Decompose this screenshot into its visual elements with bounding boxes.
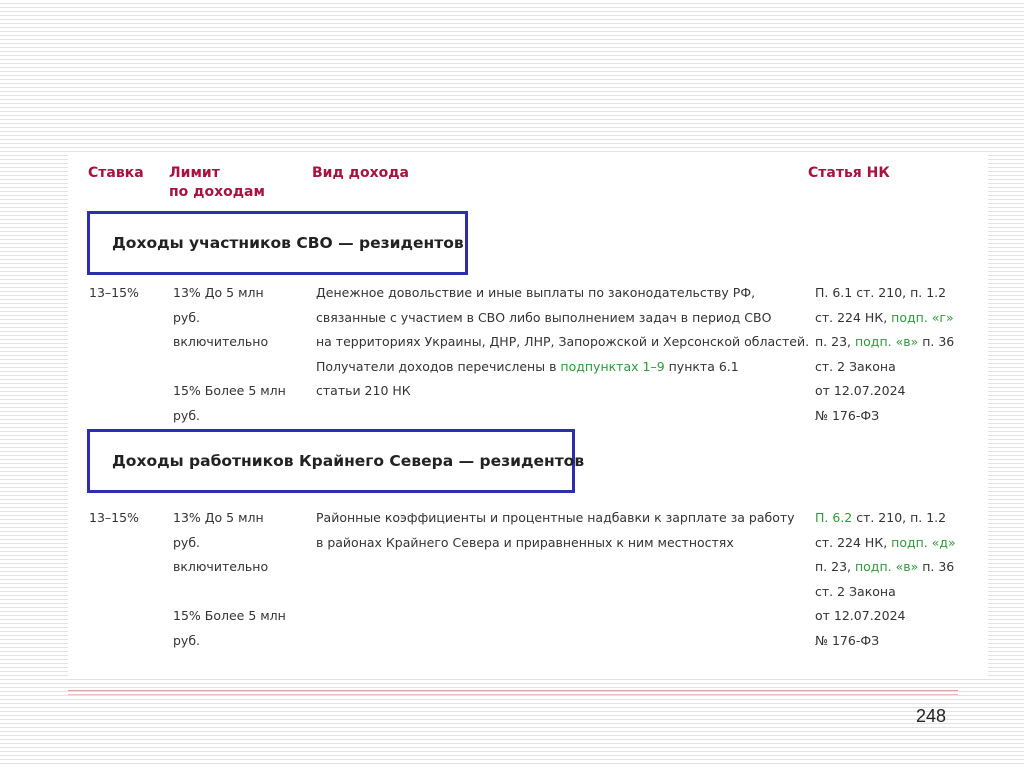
footer-divider bbox=[68, 690, 958, 691]
article-text: ст. 210, п. 1.2 bbox=[852, 510, 947, 525]
limit-line: 15% Более 5 млн bbox=[173, 383, 286, 398]
article-text: П. 6.1 ст. 210, п. 1.2 bbox=[815, 285, 947, 300]
article-line: ст. 2 Закона bbox=[815, 583, 896, 599]
article-cell: П. 6.2 ст. 210, п. 1.2 ст. 224 НК, подп.… bbox=[815, 506, 956, 653]
limit-line: руб. bbox=[173, 534, 201, 550]
article-line: п. 23, подп. «в» п. 36 bbox=[815, 330, 954, 355]
income-line: Денежное довольствие и иные выплаты по з… bbox=[316, 285, 756, 300]
page-number: 248 bbox=[915, 706, 946, 726]
limit-cell: 13% До 5 млн руб. включительно 15% Более… bbox=[173, 506, 286, 653]
rate-cell: 13–15% bbox=[89, 510, 139, 525]
header-limit-line2: по доходам bbox=[169, 184, 265, 200]
subparagraph-link[interactable]: подпунктах 1–9 bbox=[560, 359, 664, 374]
income-text: Получатели доходов перечислены в bbox=[316, 358, 561, 374]
article-line: от 12.07.2024 bbox=[815, 383, 906, 398]
limit-line: 15% Более 5 млн bbox=[173, 608, 286, 623]
section-title-box: Доходы работников Крайнего Севера — рези… bbox=[87, 429, 584, 493]
footer-divider bbox=[68, 694, 958, 695]
income-text: пункта 6.1 bbox=[664, 358, 739, 374]
header-article: Статья НК bbox=[808, 165, 890, 181]
article-link[interactable]: подп. «в» bbox=[855, 334, 918, 349]
article-cell: П. 6.1 ст. 210, п. 1.2 ст. 224 НК, подп.… bbox=[815, 281, 954, 428]
section-title: Доходы работников Крайнего Севера — рези… bbox=[112, 452, 585, 470]
article-text: ст. 224 НК, bbox=[815, 534, 892, 550]
header-limit: Лимит по доходам bbox=[169, 164, 265, 202]
article-line: № 176-ФЗ bbox=[815, 407, 880, 423]
limit-line: включительно bbox=[173, 559, 269, 574]
rate-cell: 13–15% bbox=[89, 285, 139, 300]
income-line: в районах Крайнего Севера и приравненных… bbox=[316, 534, 734, 550]
income-line: Районные коэффициенты и процентные надба… bbox=[316, 510, 795, 525]
limit-line: 13% До 5 млн bbox=[173, 285, 264, 300]
income-line: Получатели доходов перечислены в подпунк… bbox=[316, 355, 809, 380]
article-line: П. 6.1 ст. 210, п. 1.2 bbox=[815, 281, 954, 306]
article-line: П. 6.2 ст. 210, п. 1.2 bbox=[815, 506, 956, 531]
article-text: п. 36 bbox=[918, 334, 955, 349]
limit-line: руб. bbox=[173, 309, 201, 325]
income-line: на территориях Украины, ДНР, ЛНР, Запоро… bbox=[316, 334, 810, 349]
article-text: п. 36 bbox=[918, 559, 955, 574]
article-line: п. 23, подп. «в» п. 36 bbox=[815, 555, 956, 580]
article-line: № 176-ФЗ bbox=[815, 632, 880, 648]
limit-line: руб. bbox=[173, 632, 201, 648]
article-link[interactable]: подп. «г» bbox=[891, 310, 953, 325]
income-line: статьи 210 НК bbox=[316, 383, 411, 398]
section-title-box: Доходы участников СВО — резидентов bbox=[87, 211, 468, 275]
header-limit-line1: Лимит bbox=[169, 165, 220, 181]
article-link[interactable]: подп. «в» bbox=[855, 559, 918, 574]
article-text: ст. 224 НК, bbox=[815, 309, 892, 325]
limit-line: 13% До 5 млн bbox=[173, 510, 264, 525]
limit-line: руб. bbox=[173, 407, 201, 423]
article-text: п. 23, bbox=[815, 334, 855, 349]
article-line: ст. 224 НК, подп. «г» bbox=[815, 306, 954, 331]
header-rate: Ставка bbox=[88, 165, 144, 181]
article-line: от 12.07.2024 bbox=[815, 608, 906, 623]
limit-line: включительно bbox=[173, 334, 269, 349]
article-text: п. 23, bbox=[815, 559, 855, 574]
article-line: ст. 224 НК, подп. «д» bbox=[815, 531, 956, 556]
header-income: Вид дохода bbox=[312, 165, 409, 181]
article-line: ст. 2 Закона bbox=[815, 358, 896, 374]
section-title: Доходы участников СВО — резидентов bbox=[112, 234, 464, 252]
article-link[interactable]: П. 6.2 bbox=[815, 510, 852, 525]
article-link[interactable]: подп. «д» bbox=[891, 535, 956, 550]
limit-cell: 13% До 5 млн руб. включительно 15% Более… bbox=[173, 281, 286, 428]
income-cell: Районные коэффициенты и процентные надба… bbox=[316, 506, 795, 555]
income-line: связанные с участием в СВО либо выполнен… bbox=[316, 309, 772, 325]
income-cell: Денежное довольствие и иные выплаты по з… bbox=[316, 281, 809, 404]
